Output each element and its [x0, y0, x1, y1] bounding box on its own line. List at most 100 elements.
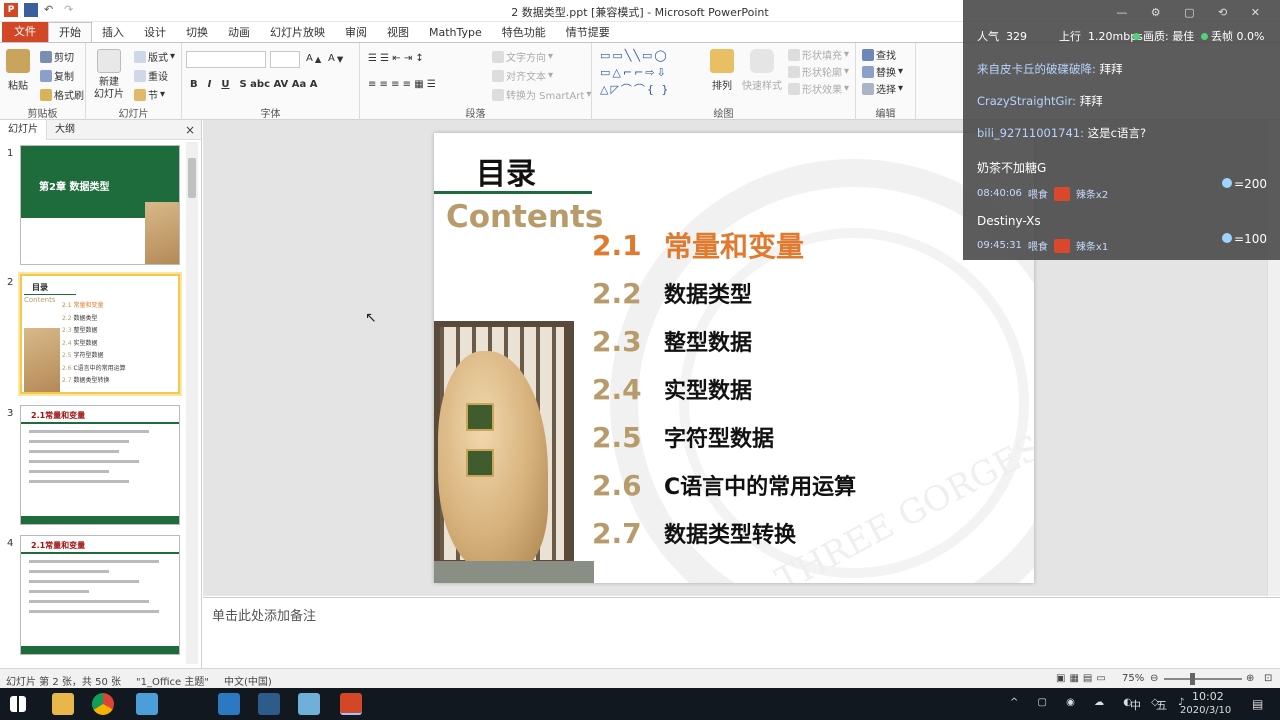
gift-value: =200 [1222, 177, 1267, 191]
format-painter-button[interactable]: 格式刷 [40, 87, 84, 102]
text-direction-button[interactable]: 文字方向 ▾ [492, 49, 553, 64]
thumb-footer [21, 516, 179, 524]
app-icon[interactable] [298, 693, 320, 715]
tab-animations[interactable]: 动画 [218, 24, 260, 42]
close-icon[interactable]: × [185, 123, 195, 137]
arrange-button[interactable]: 排列 [710, 49, 734, 92]
tab-mathtype[interactable]: MathType [419, 24, 492, 42]
windows-start-icon[interactable] [10, 696, 26, 712]
clock-time[interactable]: 10:02 [1192, 690, 1224, 703]
grow-font-button[interactable]: A ▲ [306, 53, 321, 64]
tab-file[interactable]: 文件 [2, 22, 48, 42]
quick-styles-button[interactable]: 快速样式 [742, 49, 782, 92]
list-buttons[interactable]: ☰ ☰ ⇤ ⇥ ↕ [368, 53, 424, 64]
align-text-icon [492, 69, 504, 82]
notification-icon[interactable]: ▤ [1252, 697, 1263, 711]
livestream-overlay: — ⚙ ▢ ⟲ ✕ 人气 329 上行 1.20mbps 画质: 最佳 丢帧 0… [963, 0, 1280, 260]
mouse-cursor-icon: ↖ [365, 310, 377, 326]
drawing-label: 绘图 [713, 109, 734, 120]
tab-slideshow[interactable]: 幻灯片放映 [260, 24, 335, 42]
tab-transitions[interactable]: 切换 [176, 24, 218, 42]
zoom-out-icon[interactable]: ⊖ [1150, 673, 1158, 684]
zoom-slider[interactable] [1164, 678, 1242, 680]
slide-thumbnail-3[interactable]: 2.1常量和变量 [20, 405, 180, 525]
select-button[interactable]: 选择 ▾ [862, 81, 903, 96]
chrome-icon[interactable] [92, 693, 114, 715]
slide[interactable]: THREE GORGES UNIVERSITY 目录 Contents 2.1 … [434, 133, 1034, 583]
align-buttons[interactable]: ≡ ≡ ≡ ≡ ▦ ☰ [368, 79, 436, 90]
status-dot-icon [1133, 33, 1140, 40]
app-icon[interactable] [218, 693, 240, 715]
thumb-divider [21, 552, 179, 554]
new-slide-button[interactable]: 新建 幻灯片 [92, 49, 126, 101]
font-size-select[interactable] [270, 51, 300, 68]
file-explorer-icon[interactable] [52, 693, 74, 715]
tab-outline[interactable]: 大纲 [47, 120, 83, 140]
paragraph-group: ☰ ☰ ⇤ ⇥ ↕ 文字方向 ▾ 对齐文本 ▾ 转换为 SmartArt ▾ ≡ ≡ … [360, 43, 592, 121]
find-button[interactable]: 查找 [862, 47, 896, 62]
replace-button[interactable]: 替换 ▾ [862, 64, 903, 79]
tab-insert[interactable]: 插入 [92, 24, 134, 42]
shapes-gallery[interactable]: ▭▭╲╲▭◯ ▭△⌐⌐⇨⇩ △◸⌒⌒{ } [600, 47, 700, 101]
theme-name: "1_Office 主题" [136, 677, 209, 688]
notes-pane[interactable]: 单击此处添加备注 [203, 597, 1280, 668]
font-family-select[interactable] [186, 51, 266, 68]
reset-button[interactable]: 重设 [134, 68, 168, 83]
shape-effects-button[interactable]: 形状效果 ▾ [788, 81, 849, 96]
fit-slide-icon[interactable]: ⊡ [1264, 673, 1272, 684]
shrink-font-button[interactable]: A ▼ [328, 53, 343, 64]
font-style-buttons[interactable]: B I U S abc AV Aa A [190, 79, 317, 90]
cut-button[interactable]: 剪切 [40, 49, 74, 64]
layout-button[interactable]: 版式 ▾ [134, 49, 175, 64]
thumb-body-lines [29, 430, 169, 490]
zoom-level[interactable]: 75% [1122, 673, 1144, 684]
zoom-in-icon[interactable]: ⊕ [1246, 673, 1254, 684]
section-button[interactable]: 节 ▾ [134, 87, 165, 102]
day-indicator[interactable]: 五 [1156, 697, 1167, 713]
thumb-title: 2.1常量和变量 [31, 411, 86, 420]
rock-inscription-2 [466, 449, 494, 477]
popularity-stat: 人气 329 [977, 30, 1027, 43]
copy-button[interactable]: 复制 [40, 68, 74, 83]
thumb-divider [24, 294, 76, 295]
overlay-toolbar: — ⚙ ▢ ⟲ ✕ 人气 329 上行 1.20mbps 画质: 最佳 丢帧 0… [963, 0, 1280, 48]
app-icon[interactable] [136, 693, 158, 715]
tab-storyboard[interactable]: 情节提要 [556, 24, 620, 42]
shape-outline-button[interactable]: 形状轮廓 ▾ [788, 64, 849, 79]
panel-scrollbar[interactable] [186, 142, 198, 664]
align-text-button[interactable]: 对齐文本 ▾ [492, 68, 553, 83]
fill-icon [788, 48, 800, 61]
view-buttons[interactable]: ▣▦▤▭ [1056, 673, 1110, 684]
text-direction-icon [492, 50, 504, 63]
tab-features[interactable]: 特色功能 [492, 24, 556, 42]
slide-thumbnail-2[interactable]: 目录 Contents 2.1 常量和变量 2.2 数据类型 2.3 整型数据 … [20, 274, 180, 394]
overlay-window-buttons[interactable]: — ⚙ ▢ ⟲ ✕ [1116, 6, 1270, 19]
section-icon [134, 88, 146, 101]
toc-number: 2.4 [592, 372, 642, 406]
powerpoint-taskbar-icon[interactable] [340, 693, 362, 715]
gift-sender: Destiny-Xs [977, 214, 1041, 228]
paste-button[interactable]: 粘贴 [6, 49, 30, 92]
toc-item: 2.3 整型数据 [592, 317, 856, 365]
slide-title: 目录 [476, 157, 536, 192]
clock-date[interactable]: 2020/3/10 [1180, 705, 1231, 716]
binoculars-icon [862, 48, 874, 61]
tab-view[interactable]: 视图 [377, 24, 419, 42]
scrollbar-thumb[interactable] [188, 158, 196, 198]
slide-thumbnail-4[interactable]: 2.1常量和变量 [20, 535, 180, 655]
slide-thumbnail-1[interactable]: 第2章 数据类型 [20, 145, 180, 265]
toc-text: C语言中的常用运算 [664, 475, 857, 500]
ime-indicator[interactable]: 中 [1130, 697, 1141, 713]
toc-number: 2.2 [592, 276, 642, 310]
app-icon[interactable] [258, 693, 280, 715]
tab-slides[interactable]: 幻灯片 [0, 119, 47, 140]
new-slide-icon [97, 49, 121, 73]
smartart-button[interactable]: 转换为 SmartArt ▾ [492, 87, 591, 102]
shape-fill-button[interactable]: 形状填充 ▾ [788, 47, 849, 62]
zoom-slider-thumb[interactable] [1190, 673, 1195, 685]
tab-design[interactable]: 设计 [134, 24, 176, 42]
thumb-number: 3 [7, 408, 14, 419]
tab-home[interactable]: 开始 [48, 22, 92, 42]
tab-review[interactable]: 审阅 [335, 24, 377, 42]
toc-number: 2.3 [592, 324, 642, 358]
